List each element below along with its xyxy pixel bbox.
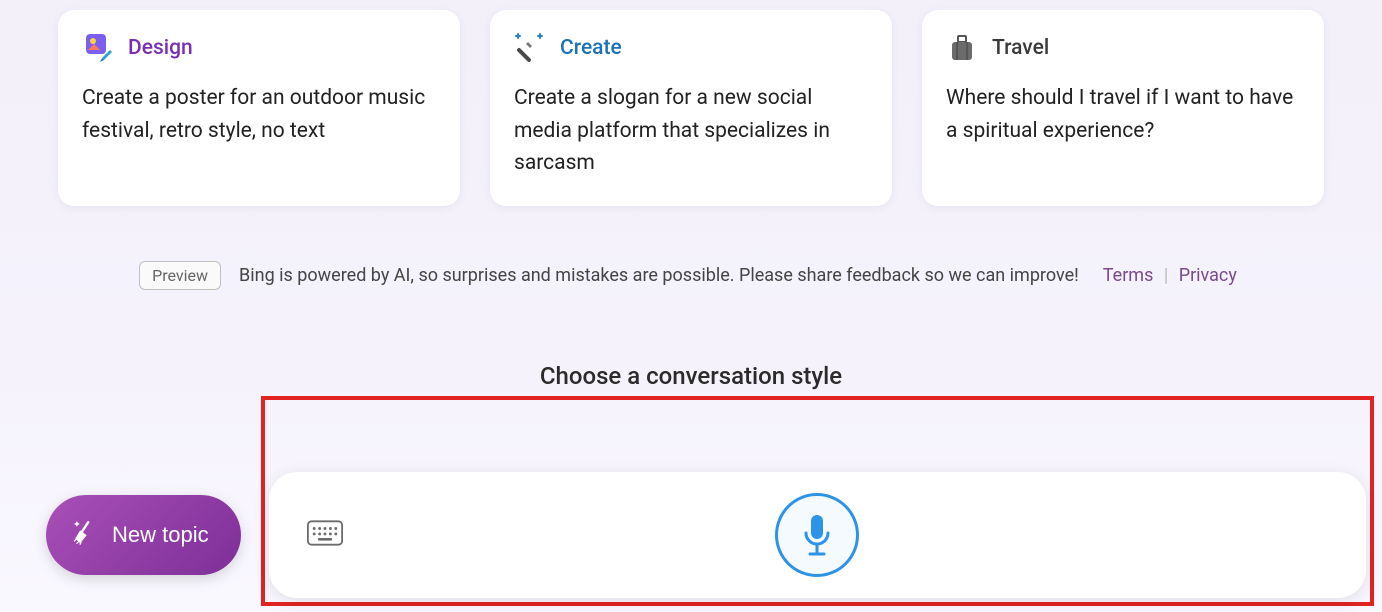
separator: | (1164, 265, 1168, 286)
suggestion-card-design[interactable]: Design Create a poster for an outdoor mu… (58, 10, 460, 206)
preview-badge: Preview (139, 261, 221, 290)
card-prompt: Create a poster for an outdoor music fes… (82, 82, 436, 147)
card-prompt: Where should I travel if I want to have … (946, 82, 1300, 147)
card-category: Design (128, 36, 193, 60)
suggestion-card-travel[interactable]: Travel Where should I travel if I want t… (922, 10, 1324, 206)
suggestion-card-create[interactable]: Create Create a slogan for a new social … (490, 10, 892, 206)
conversation-style-heading: Choose a conversation style (0, 362, 1382, 390)
disclaimer-row: Preview Bing is powered by AI, so surpri… (0, 261, 1382, 290)
compose-row: New topic (0, 472, 1382, 598)
privacy-link[interactable]: Privacy (1179, 265, 1237, 286)
disclaimer-text: Bing is powered by AI, so surprises and … (239, 265, 1079, 286)
new-topic-label: New topic (112, 522, 209, 548)
suggestion-cards: Design Create a poster for an outdoor mu… (0, 0, 1382, 206)
wand-icon (514, 32, 546, 64)
keyboard-icon[interactable] (307, 519, 343, 551)
new-topic-button[interactable]: New topic (46, 495, 241, 575)
microphone-icon (800, 513, 834, 557)
terms-link[interactable]: Terms (1103, 265, 1154, 286)
suitcase-icon (946, 32, 978, 64)
design-icon (82, 32, 114, 64)
card-prompt: Create a slogan for a new social media p… (514, 82, 868, 180)
broom-icon (72, 519, 98, 551)
microphone-button[interactable] (775, 493, 859, 577)
card-category: Travel (992, 36, 1049, 60)
chat-input-box[interactable] (269, 472, 1366, 598)
card-category: Create (560, 36, 622, 60)
